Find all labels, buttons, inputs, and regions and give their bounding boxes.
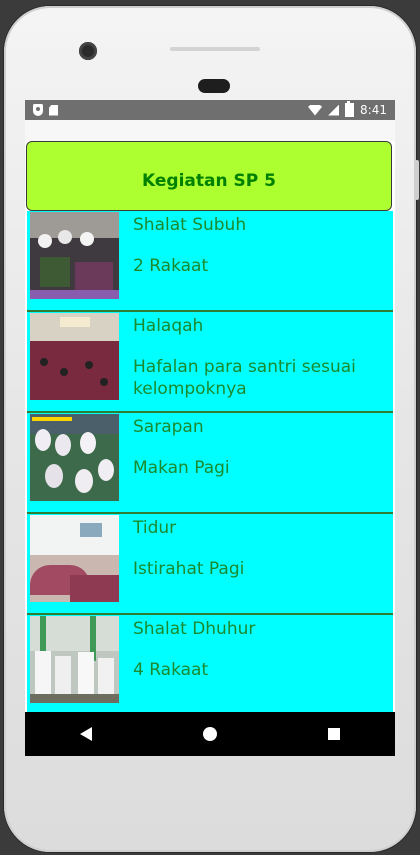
item-title: Tidur — [133, 518, 177, 538]
signal-icon — [328, 104, 340, 116]
screen: 8:41 Kegiatan SP 5 Shalat Subuh 2 Rakaat — [25, 100, 395, 756]
list-item-shalat-subuh[interactable]: Shalat Subuh 2 Rakaat — [27, 211, 393, 312]
wifi-icon — [308, 104, 323, 116]
shield-icon — [33, 104, 43, 116]
item-photo — [30, 515, 119, 602]
item-photo — [30, 616, 119, 703]
status-time: 8:41 — [360, 103, 387, 117]
status-bar: 8:41 — [25, 100, 395, 120]
recent-apps-icon[interactable] — [327, 728, 340, 740]
item-title: Shalat Dhuhur — [133, 619, 256, 639]
volume-button — [415, 160, 419, 200]
front-camera — [79, 42, 97, 60]
list-item-sarapan[interactable]: Sarapan Makan Pagi — [27, 413, 393, 514]
item-title: Sarapan — [133, 417, 204, 437]
header-banner: Kegiatan SP 5 — [26, 141, 392, 211]
item-subtitle: Hafalan para santri sesuai kelompoknya — [133, 357, 356, 399]
list-item-halaqah[interactable]: Halaqah Hafalan para santri sesuai kelom… — [27, 312, 393, 413]
top-spacer — [25, 120, 395, 141]
battery-icon — [345, 101, 355, 117]
sd-card-icon — [49, 104, 58, 116]
navigation-bar — [25, 712, 395, 756]
item-subtitle: 4 Rakaat — [133, 660, 209, 680]
list-item-tidur[interactable]: Tidur Istirahat Pagi — [27, 514, 393, 615]
page-title: Kegiatan SP 5 — [142, 171, 276, 191]
item-photo — [30, 313, 119, 400]
back-icon[interactable] — [80, 727, 93, 741]
item-subtitle: Istirahat Pagi — [133, 559, 245, 579]
sensor-strip — [170, 47, 260, 51]
list-item-shalat-dhuhur[interactable]: Shalat Dhuhur 4 Rakaat — [27, 615, 393, 716]
item-title: Halaqah — [133, 316, 204, 336]
item-photo — [30, 212, 119, 299]
item-title: Shalat Subuh — [133, 215, 247, 235]
item-subtitle: Makan Pagi — [133, 458, 230, 478]
earpiece-speaker — [198, 79, 230, 93]
home-icon[interactable] — [202, 727, 217, 741]
item-subtitle: 2 Rakaat — [133, 256, 209, 276]
item-photo — [30, 414, 119, 501]
activity-list[interactable]: Shalat Subuh 2 Rakaat Halaqah Hafalan pa… — [27, 211, 393, 716]
